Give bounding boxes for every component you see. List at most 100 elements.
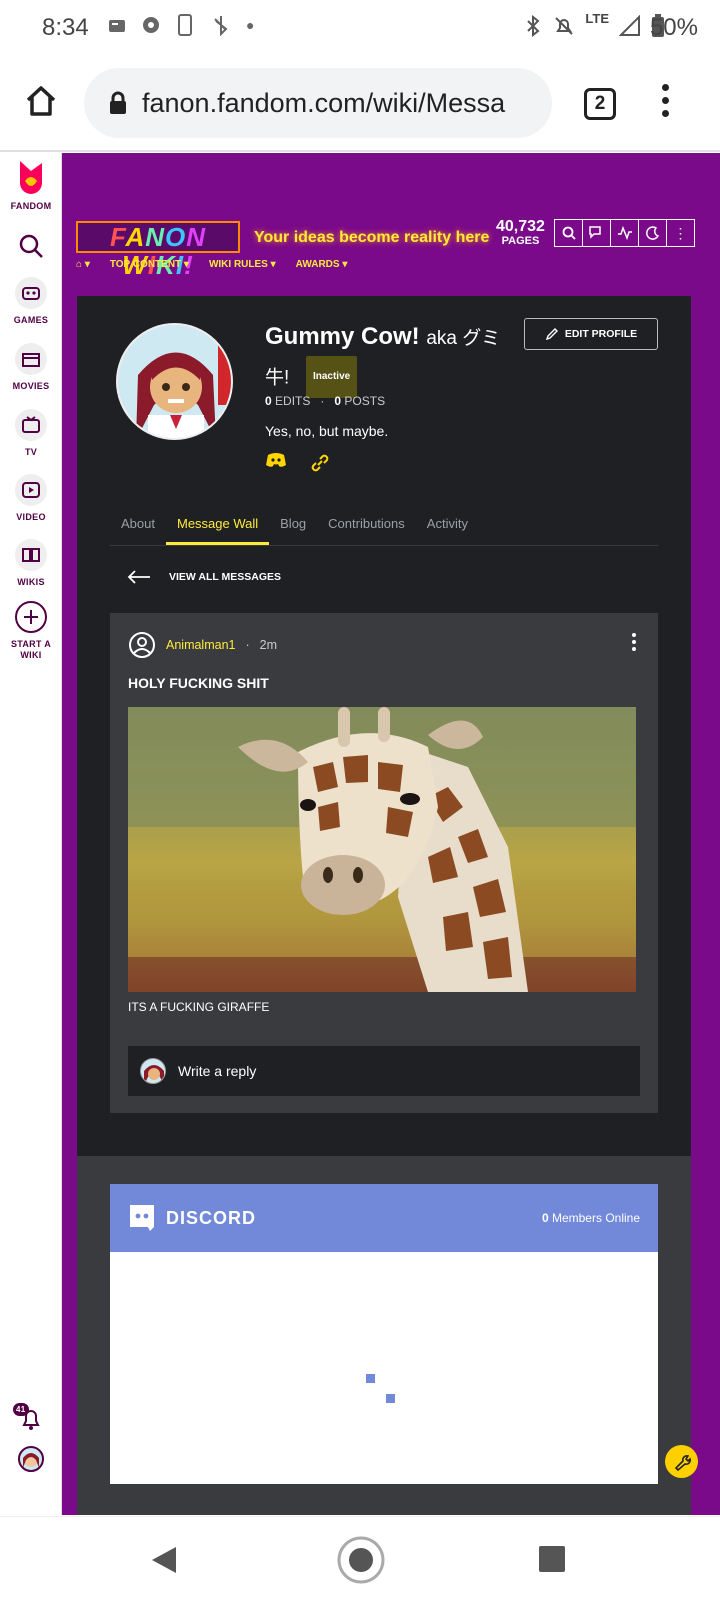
post-more-options-icon[interactable] — [632, 633, 636, 654]
tab-contributions[interactable]: Contributions — [317, 506, 416, 545]
post-author-link[interactable]: Animalman1 — [166, 638, 235, 652]
post-caption: ITS A FUCKING GIRAFFE — [128, 1000, 270, 1014]
plus-icon — [24, 610, 38, 624]
page-count-number: 40,732 — [496, 218, 545, 235]
posts-count: 0 — [334, 394, 342, 408]
home-nav-icon[interactable] — [336, 1535, 386, 1585]
search-icon — [562, 226, 576, 240]
clapperboard-icon — [22, 353, 40, 367]
edits-label: EDITS — [275, 394, 311, 408]
rail-item-video[interactable]: VIDEO — [0, 474, 62, 522]
rail-item-movies[interactable]: MOVIES — [0, 343, 62, 391]
notification-count-badge: 41 — [13, 1403, 29, 1416]
recent-activity-button[interactable] — [610, 219, 639, 247]
status-badge: Inactive — [305, 356, 358, 398]
message-post: Animalman1 · 2m HOLY FUCKING SHIT ITS A … — [110, 613, 658, 1113]
discord-members-count: 0 — [541, 1211, 549, 1225]
edit-profile-button[interactable]: EDIT PROFILE — [524, 318, 658, 350]
discussions-button[interactable] — [582, 219, 611, 247]
view-all-messages-link[interactable]: VIEW ALL MESSAGES — [127, 569, 281, 585]
phone-sync-icon — [178, 14, 192, 36]
recents-icon[interactable] — [538, 1545, 566, 1573]
username-text: Gummy Cow! — [265, 323, 420, 350]
post-image-giraffe[interactable] — [128, 707, 636, 992]
rail-item-start-wiki[interactable]: START A WIKI — [0, 601, 62, 661]
url-text: fanon.fandom.com/wiki/Messa — [142, 87, 506, 118]
discord-widget-header: DISCORD 0 Members Online — [110, 1184, 658, 1252]
rail-search[interactable] — [0, 233, 62, 261]
post-title: HOLY FUCKING SHIT — [128, 675, 269, 691]
profile-bio: Yes, no, but maybe. — [265, 423, 389, 439]
discord-members-label: Members Online — [551, 1211, 640, 1225]
loading-spinner-dot — [386, 1394, 395, 1403]
theme-toggle-button[interactable] — [638, 219, 667, 247]
rail-item-games[interactable]: GAMES — [0, 277, 62, 325]
tab-switcher-button[interactable]: 2 — [584, 88, 616, 120]
wiki-wordmark-logo[interactable]: FANON WIKI! — [76, 221, 240, 279]
edits-count: 0 — [265, 394, 272, 408]
rail-item-tv[interactable]: TV — [0, 409, 62, 457]
android-nav-bar — [0, 1516, 720, 1600]
status-bar: 8:34 ● LTE 50% — [0, 0, 720, 56]
profile-card: Gummy Cow! aka グミ牛! Inactive EDIT PROFIL… — [77, 296, 691, 1515]
browser-toolbar: fanon.fandom.com/wiki/Messa 2 — [0, 56, 720, 152]
fandom-flame-icon — [20, 161, 42, 194]
profile-username: Gummy Cow! aka グミ牛! Inactive — [265, 320, 505, 398]
home-icon[interactable] — [24, 84, 58, 118]
profile-avatar — [116, 323, 233, 440]
tab-blog[interactable]: Blog — [269, 506, 317, 545]
link-icon[interactable] — [309, 452, 331, 474]
signal-icon — [619, 15, 640, 36]
rail-label-start-wiki: START A WIKI — [10, 639, 52, 660]
moon-icon — [645, 226, 659, 240]
discord-brand[interactable]: DISCORD — [128, 1203, 256, 1233]
post-time-separator: · — [245, 638, 250, 652]
discord-logo-icon — [130, 1205, 154, 1231]
fandom-left-rail: FANDOM GAMES MOVIES TV VIDEO WIKIS START… — [0, 153, 62, 1515]
rail-label-movies: MOVIES — [12, 381, 50, 391]
rail-label-games: GAMES — [13, 315, 49, 325]
bluetooth-icon — [527, 15, 540, 37]
browser-menu-icon[interactable] — [662, 84, 669, 123]
notifications-button[interactable]: 41 — [0, 1403, 62, 1435]
wiki-nav-awards[interactable]: AWARDS ▾ — [296, 259, 348, 270]
post-timestamp[interactable]: 2m — [260, 638, 277, 652]
discord-icon[interactable] — [265, 452, 287, 468]
wiki-search-button[interactable] — [554, 219, 583, 247]
posts-label: POSTS — [344, 394, 386, 408]
arrow-left-icon — [127, 570, 150, 584]
discord-brand-label: DISCORD — [166, 1207, 257, 1228]
address-bar[interactable]: fanon.fandom.com/wiki/Messa — [84, 68, 552, 138]
tab-about[interactable]: About — [110, 506, 166, 545]
user-circle-icon — [129, 632, 155, 658]
profile-tabs: About Message Wall Blog Contributions Ac… — [110, 506, 658, 546]
page-count-label: PAGES — [501, 235, 540, 247]
gamepad-icon — [22, 287, 40, 300]
fandom-logo[interactable]: FANDOM — [0, 159, 62, 211]
book-icon — [22, 548, 40, 562]
user-avatar-button[interactable] — [0, 1446, 62, 1472]
rail-label-video: VIDEO — [16, 512, 46, 522]
wiki-header: FANON WIKI! Your ideas become reality he… — [62, 153, 720, 299]
more-vertical-icon: ⋮ — [673, 225, 688, 241]
wiki-nav-wiki-rules[interactable]: WIKI RULES ▾ — [209, 259, 276, 270]
reply-input[interactable]: Write a reply — [128, 1046, 640, 1096]
wiki-tools-button[interactable] — [665, 1445, 698, 1478]
bluetooth-off-icon — [214, 16, 228, 36]
wiki-nav: ⌂ ▾ TOP CONTENT ▾ WIKI RULES ▾ AWARDS ▾ — [76, 259, 347, 270]
view-all-messages-label: VIEW ALL MESSAGES — [169, 571, 282, 583]
avatar — [140, 1058, 166, 1084]
tab-message-wall[interactable]: Message Wall — [165, 506, 270, 545]
back-icon[interactable] — [150, 1545, 178, 1575]
wiki-nav-top-content[interactable]: TOP CONTENT ▾ — [110, 259, 189, 270]
profile-social-links — [265, 452, 331, 474]
tab-activity[interactable]: Activity — [416, 506, 479, 545]
rail-item-wikis[interactable]: WIKIS — [0, 539, 62, 587]
fandom-label: FANDOM — [10, 201, 52, 211]
video-icon — [22, 482, 40, 498]
wiki-nav-home[interactable]: ⌂ ▾ — [76, 259, 90, 270]
rail-modules: DISCORD 0 Members Online — [77, 1156, 691, 1515]
reply-placeholder: Write a reply — [178, 1063, 257, 1079]
post-meta: Animalman1 · 2m — [128, 631, 277, 659]
wiki-more-button[interactable]: ⋮ — [666, 219, 695, 247]
